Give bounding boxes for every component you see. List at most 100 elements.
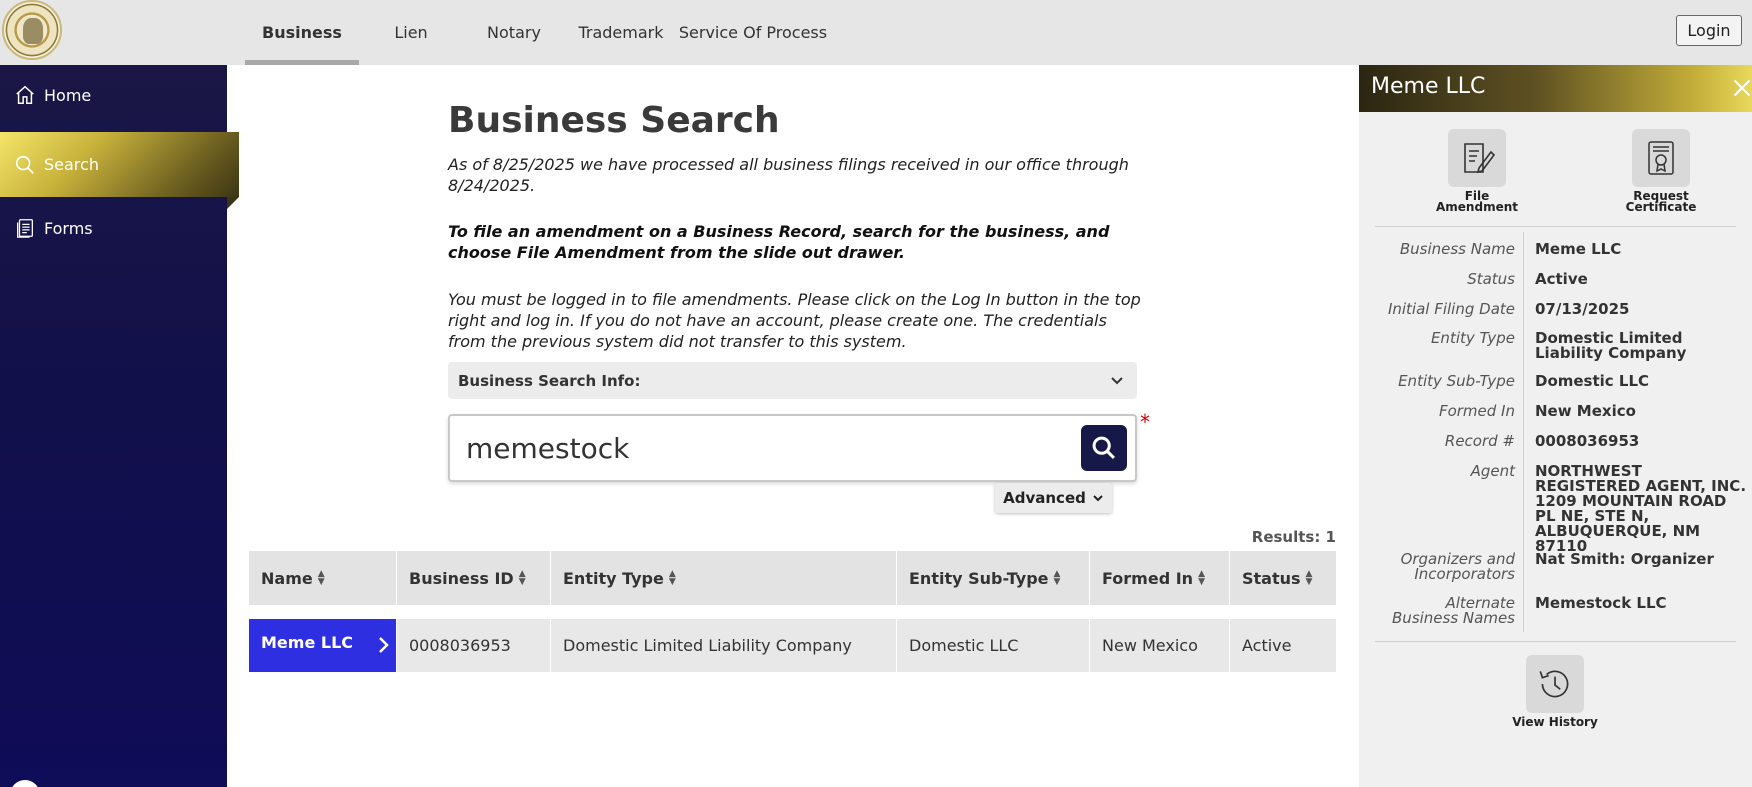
sidebar: Home Search Forms xyxy=(0,65,239,787)
close-icon[interactable] xyxy=(1729,75,1752,101)
page-title: Business Search xyxy=(448,100,780,141)
edit-document-icon xyxy=(1464,143,1496,174)
history-icon xyxy=(1539,670,1569,698)
detail-label-initial-filing-date: Initial Filing Date xyxy=(1387,300,1515,318)
sort-icon: ▲ ▼ xyxy=(317,569,325,587)
tab-business[interactable]: Business xyxy=(245,0,359,65)
search-icon xyxy=(1092,436,1115,459)
sort-icon: ▲ ▼ xyxy=(668,569,676,587)
column-header-entity-type[interactable]: Entity Type ▲ ▼ xyxy=(551,551,897,605)
search-input[interactable] xyxy=(466,428,1026,468)
column-label: Status xyxy=(1242,568,1301,588)
chevron-down-icon xyxy=(1111,377,1123,385)
processing-notice: As of 8/25/2025 we have processed all bu… xyxy=(448,155,1129,195)
detail-value-record-number: 0008036953 xyxy=(1535,432,1640,450)
sort-icon: ▲ ▼ xyxy=(518,569,526,587)
sidebar-item-label: Forms xyxy=(44,218,93,238)
table-cell-entity-type: Domestic Limited Liability Company xyxy=(551,619,897,672)
drawer-title: Meme LLC xyxy=(1371,74,1486,99)
sort-icon: ▲ ▼ xyxy=(1198,569,1205,587)
login-notice: You must be logged in to file amendments… xyxy=(448,290,1141,351)
certificate-icon xyxy=(1648,141,1674,175)
sidebar-item-home[interactable]: Home xyxy=(0,65,227,125)
top-nav-tabs: Business Lien Notary Trademark Service O… xyxy=(245,0,829,65)
column-header-formed-in[interactable]: Formed In ▲ ▼ xyxy=(1090,551,1230,605)
column-label: Name xyxy=(261,568,313,588)
results-table-header: Name ▲ ▼ Business ID ▲ ▼ Entity Type ▲ ▼ Entit… xyxy=(249,551,1336,605)
chevron-down-icon xyxy=(1093,495,1103,502)
detail-label-agent: Agent xyxy=(1470,462,1515,480)
detail-value-alternate-names: Memestock LLC xyxy=(1535,594,1667,612)
detail-value-initial-filing-date: 07/13/2025 xyxy=(1535,300,1630,318)
column-label: Business ID xyxy=(409,568,514,588)
detail-label-entity-type: Entity Type xyxy=(1430,329,1515,347)
file-amendment-button[interactable]: File Amendment xyxy=(1422,129,1532,213)
view-history-label: View History xyxy=(1512,715,1598,729)
detail-value-organizers: Nat Smith: Organizer xyxy=(1535,550,1714,568)
column-header-status[interactable]: Status ▲ ▼ xyxy=(1230,551,1336,605)
state-seal-logo[interactable] xyxy=(2,0,62,60)
drawer-divider xyxy=(1375,226,1736,227)
tab-notary[interactable]: Notary xyxy=(463,0,565,65)
detail-value-entity-type: Domestic Limited Liability Company xyxy=(1535,329,1687,362)
tab-service-of-process[interactable]: Service Of Process xyxy=(677,0,829,65)
sort-icon: ▲ ▼ xyxy=(1305,569,1313,587)
sidebar-item-search[interactable]: Search xyxy=(0,132,239,209)
results-count: Results: 1 xyxy=(1251,528,1336,546)
login-button[interactable]: Login xyxy=(1676,15,1742,46)
detail-label-record-number: Record # xyxy=(1444,432,1515,450)
sidebar-item-label: Search xyxy=(44,155,99,174)
sort-icon: ▲ ▼ xyxy=(1053,569,1061,587)
accordion-label: Business Search Info: xyxy=(458,371,641,390)
drawer-header: Meme LLC xyxy=(1359,65,1752,112)
business-detail-drawer: Meme LLC File Amendment Request Certific… xyxy=(1359,65,1752,787)
table-cell-business-id: 0008036953 xyxy=(397,619,551,672)
detail-value-formed-in: New Mexico xyxy=(1535,402,1636,420)
request-certificate-button[interactable]: Request Certificate xyxy=(1606,129,1716,213)
table-cell-status: Active xyxy=(1242,636,1292,655)
column-header-business-id[interactable]: Business ID ▲ ▼ xyxy=(397,551,551,605)
column-header-name[interactable]: Name ▲ ▼ xyxy=(249,551,397,605)
detail-value-agent: NORTHWEST REGISTERED AGENT, INC. 1209 MO… xyxy=(1535,462,1747,555)
search-icon xyxy=(15,155,34,174)
details-column-divider xyxy=(1523,232,1524,632)
detail-label-business-name: Business Name xyxy=(1399,240,1515,258)
advanced-label: Advanced xyxy=(1003,489,1086,507)
detail-value-status: Active xyxy=(1535,270,1588,288)
chevron-right-icon xyxy=(379,637,389,653)
detail-label-alternate-names: Alternate Business Names xyxy=(1392,594,1515,627)
detail-label-organizers: Organizers and Incorporators xyxy=(1400,550,1515,583)
required-indicator: * xyxy=(1140,410,1150,434)
business-search-info-accordion[interactable]: Business Search Info: xyxy=(448,362,1137,399)
column-label: Entity Sub-Type xyxy=(909,568,1049,588)
file-amendment-icon-box xyxy=(1448,129,1506,187)
tab-lien[interactable]: Lien xyxy=(359,0,463,65)
advanced-search-button[interactable]: Advanced xyxy=(995,483,1112,513)
request-certificate-label: Request Certificate xyxy=(1625,189,1697,214)
detail-label-entity-sub-type: Entity Sub-Type xyxy=(1398,372,1515,390)
detail-label-formed-in: Formed In xyxy=(1438,402,1515,420)
table-cell-name[interactable]: Meme LLC xyxy=(249,619,397,672)
business-name-link[interactable]: Meme LLC xyxy=(261,633,353,652)
view-history-icon-box xyxy=(1526,655,1584,713)
home-icon xyxy=(16,85,34,104)
search-box xyxy=(448,414,1137,482)
table-cell-formed-in: New Mexico xyxy=(1090,619,1230,672)
column-label: Entity Type xyxy=(563,568,664,588)
detail-label-status: Status xyxy=(1467,270,1515,288)
tab-trademark[interactable]: Trademark xyxy=(565,0,677,65)
view-history-button[interactable]: View History xyxy=(1500,655,1610,728)
detail-value-business-name: Meme LLC xyxy=(1535,240,1622,258)
column-label: Formed In xyxy=(1102,568,1194,588)
sidebar-item-forms[interactable]: Forms xyxy=(0,198,227,258)
table-cell-entity-sub-type: Domestic LLC xyxy=(897,619,1090,672)
drawer-divider xyxy=(1375,641,1736,642)
table-row[interactable]: Meme LLC 0008036953 Domestic Limited Lia… xyxy=(249,619,1336,672)
forms-icon xyxy=(17,219,33,238)
amendment-instructions: To file an amendment on a Business Recor… xyxy=(448,222,1110,262)
search-button[interactable] xyxy=(1081,425,1127,471)
file-amendment-label: File Amendment xyxy=(1436,189,1518,214)
column-header-entity-sub-type[interactable]: Entity Sub-Type ▲ ▼ xyxy=(897,551,1090,605)
detail-value-entity-sub-type: Domestic LLC xyxy=(1535,372,1650,390)
sidebar-item-label: Home xyxy=(44,85,92,105)
